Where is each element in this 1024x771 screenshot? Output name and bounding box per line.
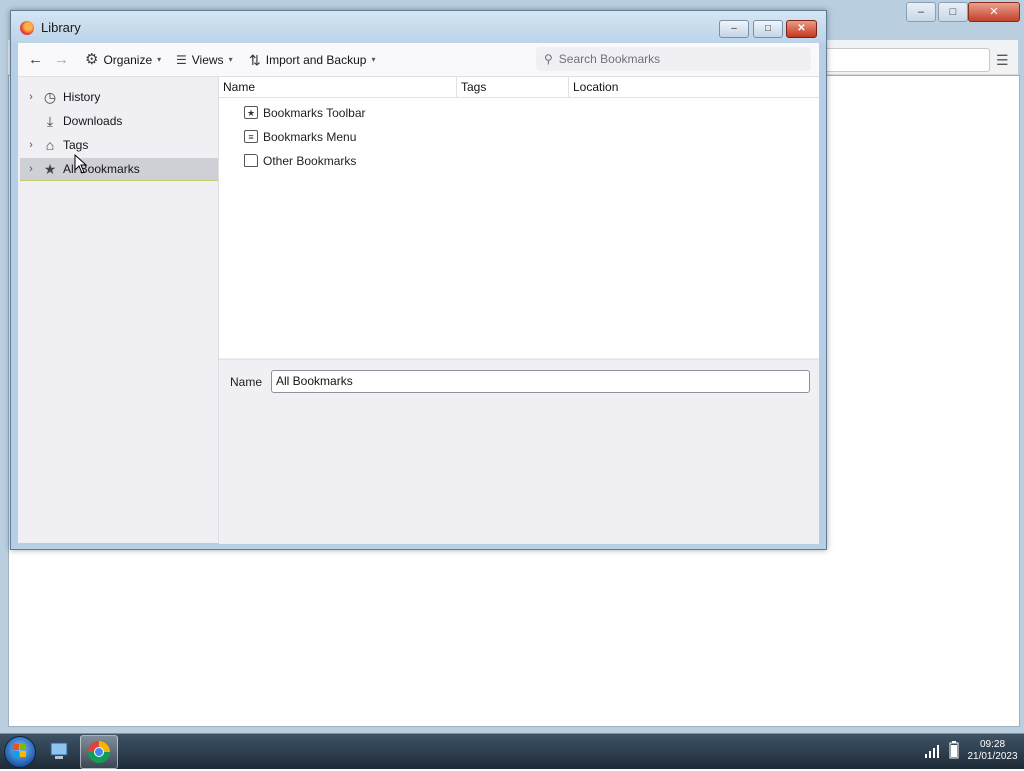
taskbar-app-explorer[interactable] — [41, 735, 77, 767]
list-item[interactable]: Other Bookmarks — [219, 150, 819, 172]
taskbar-app-chrome[interactable] — [80, 735, 118, 769]
import-export-icon: ⇅ — [249, 52, 261, 68]
windows-logo-icon — [13, 744, 26, 757]
bookmarks-menu-icon: ≡ — [244, 130, 258, 143]
list-item[interactable]: ≡ Bookmarks Menu — [219, 126, 819, 148]
column-header-location[interactable]: Location — [569, 77, 819, 98]
back-button[interactable]: ← — [28, 51, 43, 69]
chevron-down-icon: ▾ — [228, 55, 233, 64]
sidebar-item-tags[interactable]: › ⌂ Tags — [20, 134, 218, 156]
clock-icon: ◷ — [43, 89, 57, 105]
import-backup-label: Import and Backup — [265, 53, 367, 67]
bookmarks-list: Name Tags Location ★ Bookmarks Toolbar ≡… — [219, 77, 819, 358]
mouse-cursor-icon — [74, 154, 88, 174]
download-icon: ⤓ — [46, 113, 54, 129]
chevron-right-icon[interactable]: › — [26, 158, 36, 180]
minimize-button[interactable]: – — [719, 20, 749, 38]
chrome-icon — [88, 741, 110, 763]
star-icon: ★ — [43, 161, 57, 177]
tray-clock[interactable]: 09:28 21/01/2023 — [965, 739, 1020, 763]
name-field[interactable]: All Bookmarks — [271, 370, 810, 393]
window-title: Library — [41, 20, 81, 35]
maximize-button[interactable]: □ — [753, 20, 783, 38]
search-bookmarks-input[interactable]: ⚲ Search Bookmarks — [536, 47, 811, 71]
column-header-name[interactable]: Name — [219, 77, 457, 98]
organize-button[interactable]: ⚙ Organize ▾ — [85, 51, 161, 69]
column-header-tags[interactable]: Tags — [457, 77, 569, 98]
sidebar-item-history[interactable]: › ◷ History — [20, 86, 218, 108]
signal-icon[interactable] — [924, 744, 940, 758]
import-backup-button[interactable]: ⇅ Import and Backup ▾ — [249, 51, 375, 69]
arrow-right-icon: → — [54, 51, 69, 68]
bookmark-details-pane: Name All Bookmarks — [219, 359, 819, 544]
background-maximize-button[interactable]: □ — [938, 2, 968, 22]
close-button[interactable]: ✕ — [786, 20, 817, 38]
search-icon: ⚲ — [544, 52, 553, 66]
list-icon: ☰ — [176, 53, 187, 67]
library-toolbar: ← → ⚙ Organize ▾ ☰ Views ▾ ⇅ Import and … — [18, 43, 819, 77]
forward-button[interactable]: → — [54, 51, 69, 69]
library-titlebar: Library – □ ✕ — [11, 11, 826, 43]
clock-time: 09:28 — [979, 739, 1006, 750]
tag-icon: ⌂ — [45, 137, 55, 153]
folder-icon — [244, 154, 258, 167]
taskbar — [0, 733, 1024, 769]
clock-date: 21/01/2023 — [967, 751, 1018, 762]
name-field-label: Name — [230, 375, 263, 389]
gear-icon: ⚙ — [85, 51, 99, 68]
background-minimize-button[interactable]: – — [906, 2, 936, 22]
library-content: ← → ⚙ Organize ▾ ☰ Views ▾ ⇅ Import and … — [18, 43, 819, 544]
firefox-logo-icon — [20, 21, 34, 35]
places-sidebar: › ◷ History ⤓ Downloads › ⌂ Tags › ★ All… — [18, 77, 219, 543]
sidebar-item-downloads[interactable]: ⤓ Downloads — [20, 110, 218, 132]
views-button[interactable]: ☰ Views ▾ — [176, 51, 233, 69]
library-window: Library – □ ✕ ← → ⚙ Organize ▾ ☰ Views ▾ — [10, 10, 827, 550]
sidebar-item-all-bookmarks[interactable]: › ★ All Bookmarks — [20, 158, 218, 181]
start-button[interactable] — [4, 736, 36, 768]
computer-icon — [50, 742, 68, 759]
hamburger-menu-icon[interactable]: ☰ — [996, 52, 1012, 68]
arrow-left-icon: ← — [28, 51, 43, 68]
battery-icon[interactable] — [949, 741, 959, 759]
chevron-right-icon[interactable]: › — [26, 134, 36, 156]
organize-label: Organize — [103, 53, 153, 67]
search-placeholder: Search Bookmarks — [558, 52, 661, 66]
list-item[interactable]: ★ Bookmarks Toolbar — [219, 102, 819, 124]
chevron-down-icon: ▾ — [157, 55, 162, 64]
bookmarks-toolbar-icon: ★ — [244, 106, 258, 119]
background-close-button[interactable]: ✕ — [968, 2, 1020, 22]
background-url-bar[interactable] — [820, 48, 990, 72]
chevron-down-icon: ▾ — [371, 55, 376, 64]
views-label: Views — [191, 53, 224, 67]
chevron-right-icon[interactable]: › — [26, 86, 36, 108]
